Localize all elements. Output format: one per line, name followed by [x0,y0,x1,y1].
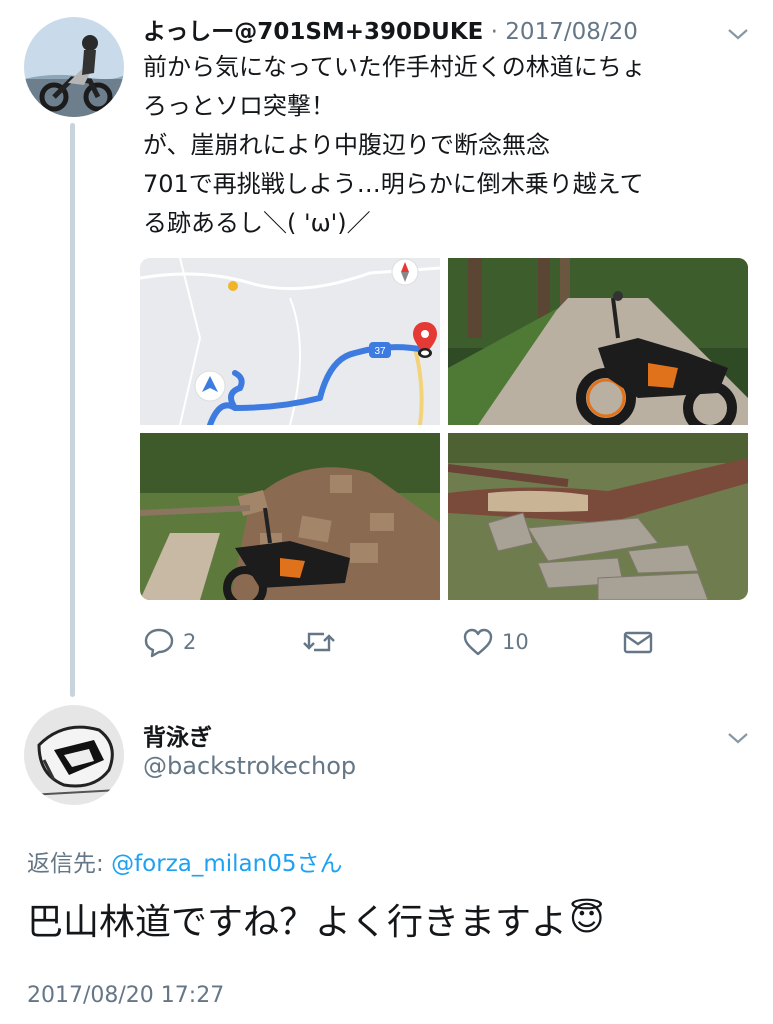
reply-author-name[interactable]: 背泳ぎ [143,718,212,752]
reply-icon [144,628,174,658]
header-separator: · [490,19,498,45]
reply-to-line: 返信先: @forza_milan05さん [27,844,342,878]
media-photo-landslide[interactable] [140,433,440,600]
reply-author-handle[interactable]: @backstrokechop [143,752,356,780]
reply-action[interactable]: 2 [143,624,196,660]
retweet-action[interactable] [302,624,344,660]
tweet-author-name[interactable]: よっしー@701SM+390DUKE [143,19,483,45]
like-count: 10 [502,630,529,654]
retweet-icon [303,632,335,652]
reply-text-block: 巴山林道ですね？よく行きますよ 😇 [27,893,604,945]
tweet-text: 前から気になっていた作手村近くの林道にちょ ろっとソロ突撃！ が、崖崩れにより中… [143,53,646,237]
map-route-number: 37 [374,346,386,357]
reply-menu-chevron-icon[interactable] [726,726,750,750]
media-photo-bike-on-gravel[interactable] [448,258,748,425]
reply-count: 2 [183,630,197,654]
media-map-screenshot[interactable]: 37 [140,258,440,425]
thread-line [70,123,75,697]
tweet-date[interactable]: 2017/08/20 [505,19,638,45]
reply-to-prefix: 返信先: [27,851,112,877]
tweet-author-avatar[interactable] [24,17,124,117]
smiling-face-with-halo-icon: 😇 [569,899,605,939]
media-photo-fallen-tree[interactable] [448,433,748,600]
reply-author-avatar[interactable] [24,705,124,805]
like-action[interactable]: 10 [462,624,529,660]
direct-message-action[interactable] [622,624,654,660]
heart-icon [463,628,493,656]
reply-text: 巴山林道ですね？よく行きますよ [27,902,568,943]
reply-to-mention-link[interactable]: @forza_milan05さん [111,851,342,877]
reply-timestamp[interactable]: 2017/08/20 17:27 [27,983,224,1008]
envelope-icon [623,631,653,654]
tweet-header: よっしー@701SM+390DUKE · 2017/08/20 [143,12,638,46]
tweet-menu-chevron-icon[interactable] [726,22,750,46]
